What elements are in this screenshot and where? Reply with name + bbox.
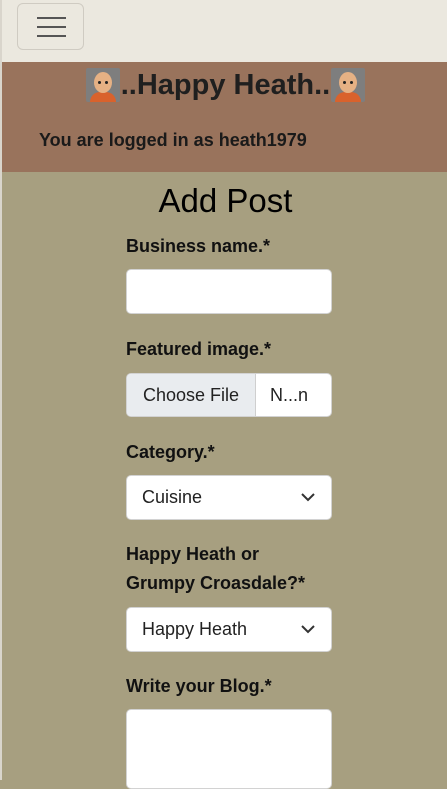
featured-image-label: Featured image.* xyxy=(126,339,272,359)
menu-toggle-button[interactable] xyxy=(17,3,84,50)
mood-label-line2: Grumpy Croasdale?* xyxy=(126,573,306,593)
category-label: Category.* xyxy=(126,442,215,462)
login-status: You are logged in as heath1979 xyxy=(39,130,307,150)
business-name-label: Business name.* xyxy=(126,236,271,256)
hamburger-icon xyxy=(37,17,66,19)
business-name-input[interactable] xyxy=(126,269,332,314)
choose-file-button[interactable]: Choose File xyxy=(127,374,256,416)
mood-selected-value: Happy Heath xyxy=(142,619,248,639)
avatar-icon xyxy=(85,68,120,102)
brand[interactable]: ..Happy Heath.. xyxy=(2,67,447,103)
site-header: ..Happy Heath.. You are logged in as hea… xyxy=(2,62,447,172)
hamburger-icon-line xyxy=(37,26,66,28)
category-selected-value: Cuisine xyxy=(142,487,203,507)
chevron-down-icon xyxy=(301,625,315,634)
file-name-text: N...n xyxy=(270,384,309,405)
blog-textarea[interactable] xyxy=(126,709,332,789)
hamburger-icon-line xyxy=(37,35,66,37)
chevron-down-icon xyxy=(301,493,315,502)
blog-label: Write your Blog.* xyxy=(126,676,272,696)
brand-title: ..Happy Heath.. xyxy=(120,68,331,101)
mood-label-line1: Happy Heath or xyxy=(126,544,260,564)
page-title: Add Post xyxy=(158,182,293,219)
category-select[interactable]: Cuisine xyxy=(126,475,332,520)
navbar xyxy=(2,0,447,62)
mood-select[interactable]: Happy Heath xyxy=(126,607,332,652)
avatar-icon xyxy=(331,68,366,102)
featured-image-input[interactable]: Choose File N...n xyxy=(126,373,332,417)
